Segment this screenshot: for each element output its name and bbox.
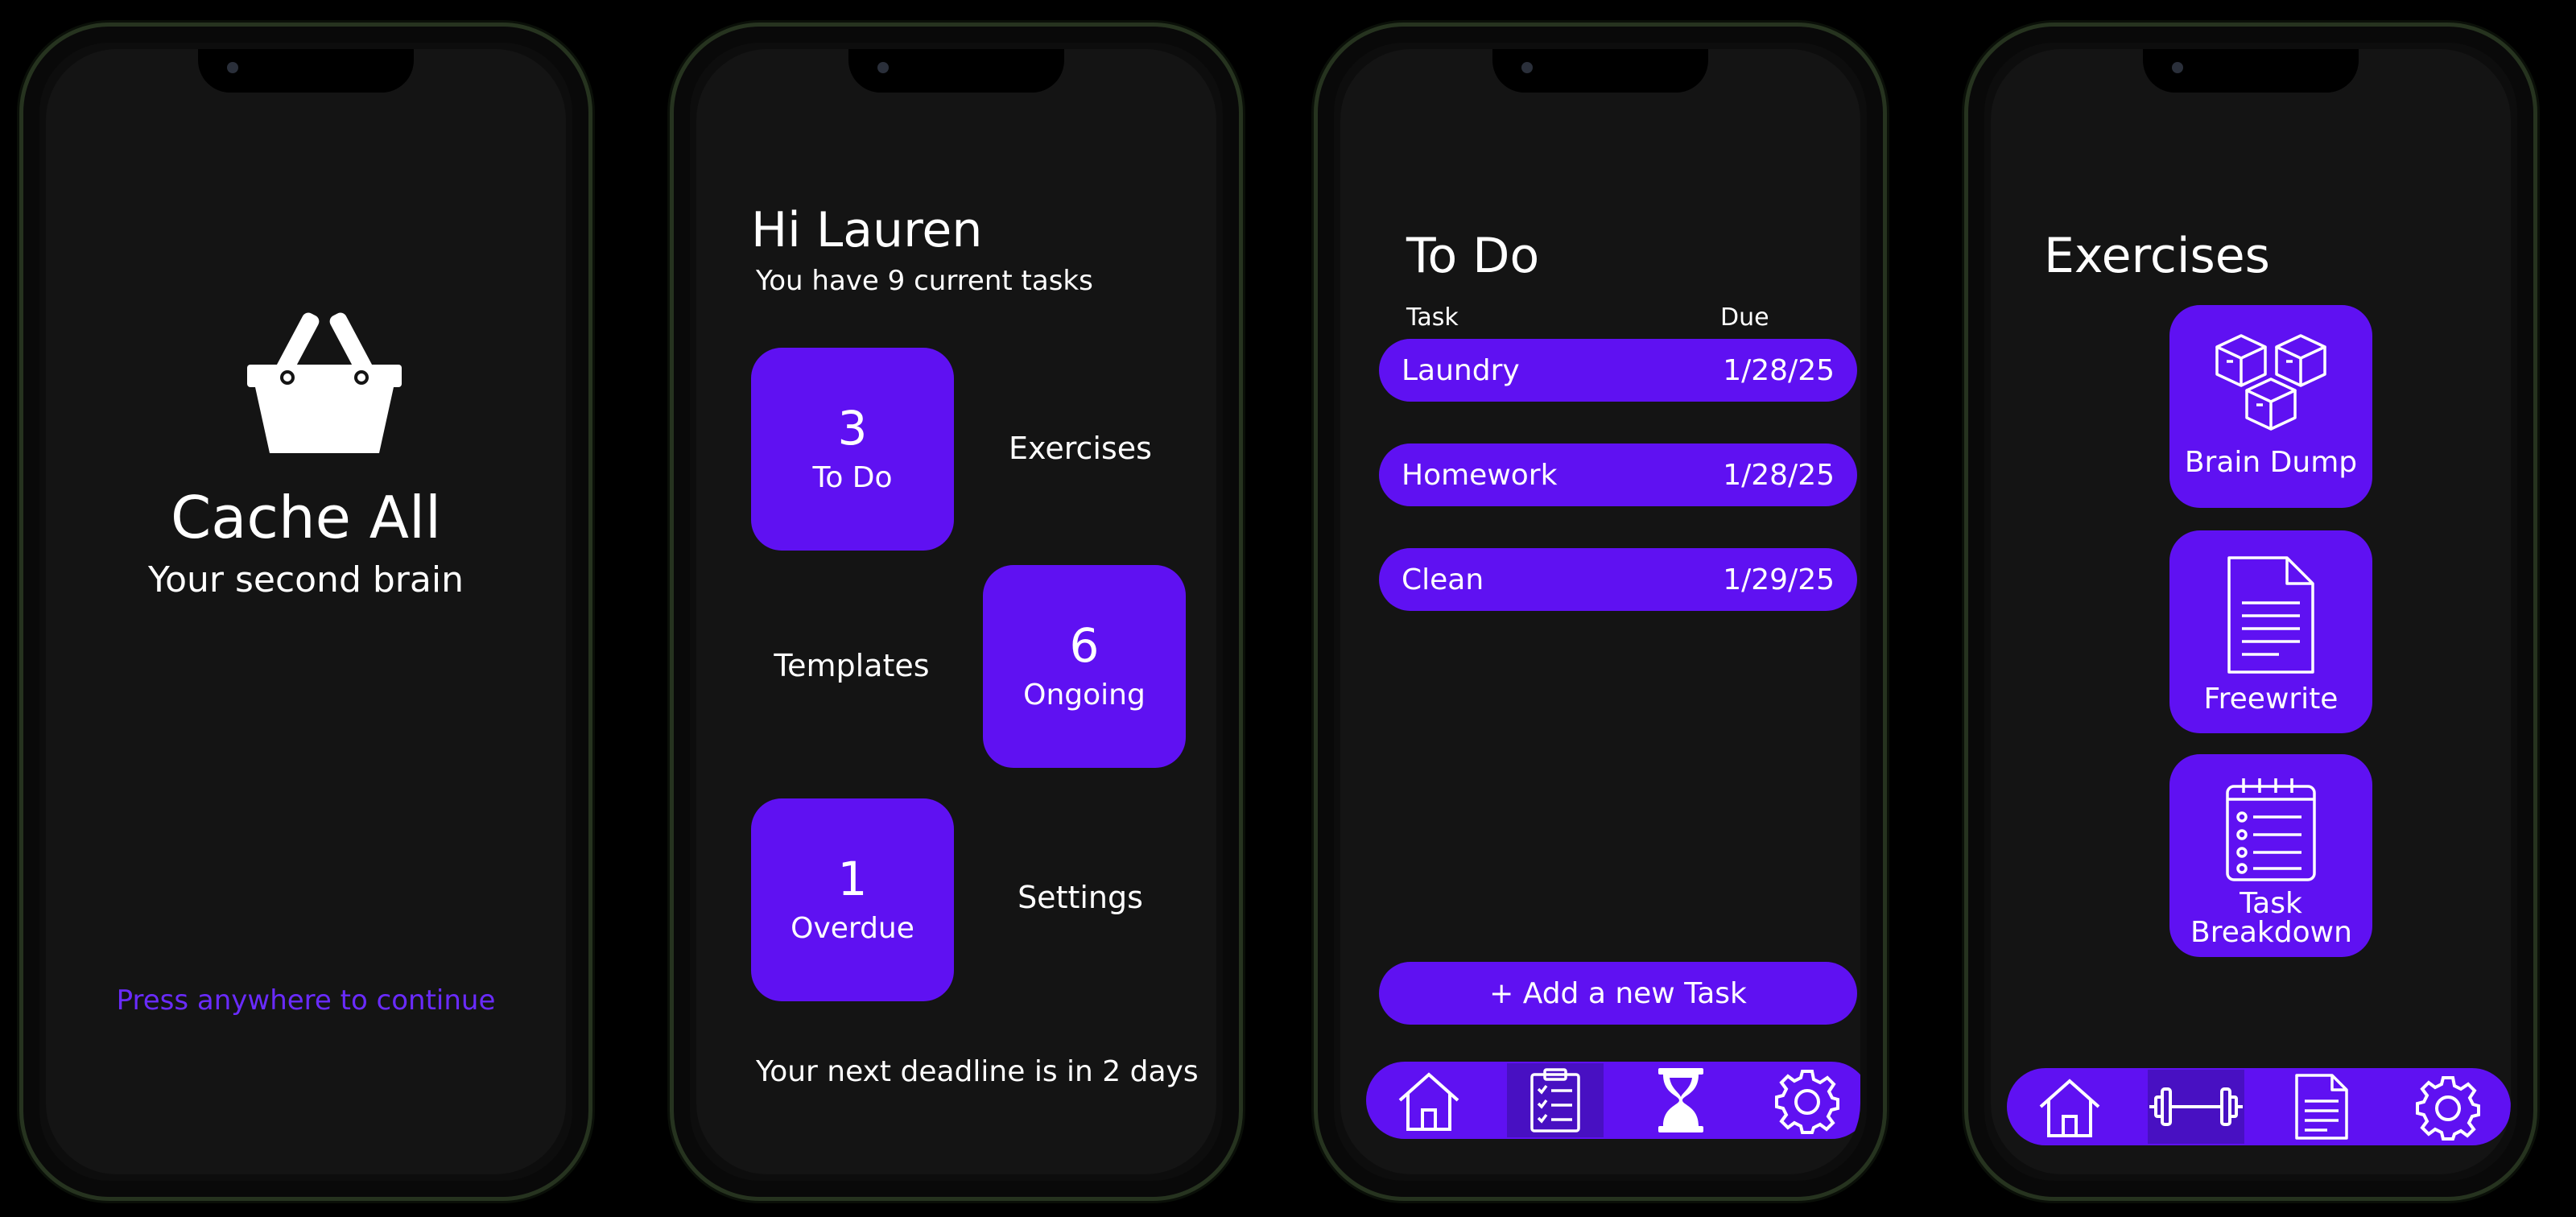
notch [198, 49, 414, 93]
notch [1492, 49, 1708, 93]
task-summary: You have 9 current tasks [756, 265, 1093, 297]
nav-settings[interactable] [2400, 1070, 2496, 1144]
nav-exercises[interactable] [2147, 1070, 2244, 1144]
nav-settings[interactable] [1759, 1063, 1856, 1137]
overdue-tile[interactable]: 1 Overdue [751, 798, 954, 1001]
page-title: Exercises [2044, 228, 2270, 284]
gear-icon [2415, 1076, 2480, 1141]
templates-link[interactable]: Templates [751, 648, 952, 683]
task-row[interactable]: Clean 1/29/25 [1379, 548, 1857, 611]
todo-tile[interactable]: 3 To Do [751, 348, 954, 551]
add-task-label: + Add a new Task [1489, 976, 1747, 1010]
exercise-label: Freewrite [2203, 683, 2339, 716]
exercise-brain-dump[interactable]: Brain Dump [2169, 305, 2372, 508]
task-name: Homework [1402, 458, 1558, 492]
boxes-icon [2215, 334, 2326, 431]
task-name: Clean [1402, 563, 1484, 596]
home-icon [1398, 1072, 1459, 1131]
clipboard-checklist-icon [1530, 1068, 1580, 1132]
app-title: Cache All [170, 484, 442, 551]
phone-splash: Cache All Your second brain Press anywhe… [19, 23, 592, 1201]
todo-label: To Do [812, 460, 893, 494]
task-due: 1/29/25 [1723, 563, 1835, 596]
deadline-notice: Your next deadline is in 2 days [756, 1055, 1199, 1088]
dumbbell-icon [2149, 1087, 2243, 1126]
task-name: Laundry [1402, 353, 1520, 387]
todo-count: 3 [837, 400, 868, 456]
todo-screen: To Do Task Due Laundry 1/28/25 Homework … [1340, 49, 1860, 1174]
overdue-count: 1 [837, 851, 868, 906]
exercises-screen: Exercises Brain Dump Freewrite Task Brea… [1991, 49, 2511, 1174]
nav-home[interactable] [2021, 1070, 2118, 1144]
phone-home: Hi Lauren You have 9 current tasks 3 To … [670, 23, 1243, 1201]
column-header-due: Due [1720, 303, 1769, 332]
home-screen: Hi Lauren You have 9 current tasks 3 To … [696, 49, 1216, 1174]
nav-templates[interactable] [2273, 1070, 2370, 1144]
greeting: Hi Lauren [751, 202, 983, 258]
task-row[interactable]: Laundry 1/28/25 [1379, 339, 1857, 402]
hourglass-icon [1658, 1068, 1704, 1132]
notepad-list-icon [2226, 778, 2316, 881]
bottom-nav [1366, 1062, 1860, 1139]
ongoing-label: Ongoing [1023, 678, 1146, 712]
splash-screen[interactable]: Cache All Your second brain Press anywhe… [46, 49, 566, 1174]
home-icon [2039, 1079, 2100, 1137]
gear-icon [1774, 1070, 1839, 1134]
exercise-task-breakdown[interactable]: Task Breakdown [2169, 754, 2372, 957]
task-due: 1/28/25 [1723, 353, 1835, 387]
overdue-label: Overdue [791, 911, 914, 945]
continue-prompt[interactable]: Press anywhere to continue [46, 984, 566, 1017]
settings-link[interactable]: Settings [980, 880, 1181, 915]
nav-tasks[interactable] [1506, 1063, 1604, 1137]
notch [848, 49, 1064, 93]
ongoing-count: 6 [1069, 617, 1100, 673]
task-row[interactable]: Homework 1/28/25 [1379, 443, 1857, 506]
app-subtitle: Your second brain [148, 559, 464, 600]
document-icon [2227, 556, 2314, 674]
exercise-label: Brain Dump [2184, 446, 2358, 479]
camera-icon [2172, 62, 2183, 73]
notch [2143, 49, 2359, 93]
camera-icon [227, 62, 238, 73]
bottom-nav [2007, 1068, 2511, 1145]
exercise-freewrite[interactable]: Freewrite [2169, 530, 2372, 733]
camera-icon [1521, 62, 1533, 73]
document-icon [2295, 1074, 2348, 1140]
column-header-task: Task [1406, 303, 1459, 332]
camera-icon [877, 62, 889, 73]
ongoing-tile[interactable]: 6 Ongoing [983, 565, 1186, 768]
add-task-button[interactable]: + Add a new Task [1379, 962, 1857, 1025]
nav-home[interactable] [1381, 1063, 1477, 1137]
task-due: 1/28/25 [1723, 458, 1835, 492]
page-title: To Do [1406, 228, 1540, 284]
basket-icon [247, 312, 402, 453]
nav-timer[interactable] [1633, 1063, 1729, 1137]
exercise-label: Task Breakdown [2190, 887, 2352, 949]
exercises-link[interactable]: Exercises [980, 431, 1181, 466]
phone-todo: To Do Task Due Laundry 1/28/25 Homework … [1314, 23, 1887, 1201]
phone-exercises: Exercises Brain Dump Freewrite Task Brea… [1964, 23, 2537, 1201]
